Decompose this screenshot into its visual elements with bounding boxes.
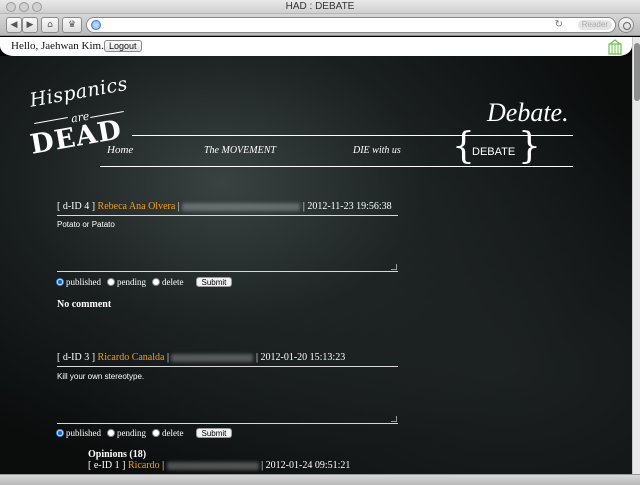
forward-button[interactable]: ▶ xyxy=(22,17,38,33)
top-sites-button[interactable]: ♛ xyxy=(62,17,82,33)
post-separator: | xyxy=(166,352,169,363)
post-body: Kill your own stereotype. xyxy=(57,372,145,381)
blurred-email xyxy=(182,202,301,211)
option-label: delete xyxy=(162,428,184,438)
post-header: [ d-ID 3 ] Ricardo Canalda | | 2012-01-2… xyxy=(57,352,345,363)
post-rule xyxy=(57,215,398,216)
logout-button[interactable]: Logout xyxy=(104,40,142,52)
address-bar[interactable]: ↻ Reader xyxy=(86,17,616,33)
option-label: published xyxy=(66,277,101,287)
option-label: pending xyxy=(117,277,146,287)
nav-home-link[interactable]: Home xyxy=(107,144,133,156)
back-arrow-icon: ◀ xyxy=(10,20,18,30)
home-button[interactable]: ⌂ xyxy=(41,17,59,33)
nav-die-link[interactable]: DIE with us xyxy=(353,145,401,156)
submit-button[interactable]: Submit xyxy=(195,428,233,438)
admin-bar: Hello, Jaehwan Kim. | Logout xyxy=(0,37,632,56)
radio-delete[interactable] xyxy=(152,429,160,437)
logo-line-1: Hispanics xyxy=(28,72,130,112)
status-options: published pending delete Submit xyxy=(56,428,233,438)
window-title: HAD : DEBATE xyxy=(285,1,355,12)
option-label: pending xyxy=(117,428,146,438)
nav-movement-link[interactable]: The MOVEMENT xyxy=(204,145,276,156)
no-comment-label: No comment xyxy=(57,299,112,310)
vertical-scrollbar[interactable] xyxy=(632,37,640,474)
home-icon: ⌂ xyxy=(47,20,53,30)
post-separator: | xyxy=(177,201,180,212)
opinion-id: [ e-ID 1 ] xyxy=(88,460,126,471)
page-title: Debate. xyxy=(487,98,569,127)
post-header: [ d-ID 4 ] Rebeca Ana Olvera | | 2012-11… xyxy=(57,201,392,212)
option-label: delete xyxy=(162,277,184,287)
comment-textarea[interactable] xyxy=(57,400,398,424)
crown-icon: ♛ xyxy=(67,20,77,30)
post-id: [ d-ID 4 ] xyxy=(57,201,96,212)
nav-debate-link[interactable]: DEBATE xyxy=(472,146,515,158)
comment-textarea[interactable] xyxy=(57,248,398,272)
radio-published[interactable] xyxy=(56,278,64,286)
scrollbar-thumb[interactable] xyxy=(634,43,640,101)
post-author[interactable]: Ricardo Canalda xyxy=(98,352,165,363)
post-author[interactable]: Rebeca Ana Olvera xyxy=(98,201,176,212)
reload-icon[interactable]: ↻ xyxy=(555,19,563,30)
page-content: Hispanics are DEAD Debate. Home The MOVE… xyxy=(0,56,632,474)
opinion-header: [ e-ID 1 ] Ricardo | | 2012-01-24 09:51:… xyxy=(88,460,350,471)
opinions-count: Opinions (18) xyxy=(88,449,147,460)
reader-button[interactable]: Reader xyxy=(577,20,612,30)
post-id: [ d-ID 3 ] xyxy=(57,352,96,363)
submit-button[interactable]: Submit xyxy=(195,277,233,287)
building-icon[interactable] xyxy=(608,39,622,55)
logo-divider xyxy=(34,117,68,124)
opinion-author[interactable]: Ricardo xyxy=(128,460,160,471)
post-rule xyxy=(57,366,398,367)
right-brace-icon: } xyxy=(518,126,541,167)
post-timestamp: | 2012-01-20 15:13:23 xyxy=(255,352,346,363)
downloads-button[interactable] xyxy=(618,17,634,33)
nav-bottom-rule xyxy=(100,166,573,167)
back-button[interactable]: ◀ xyxy=(6,17,22,33)
window-titlebar: HAD : DEBATE xyxy=(0,0,640,14)
radio-published[interactable] xyxy=(56,429,64,437)
opinion-separator: | xyxy=(162,460,165,471)
blurred-email xyxy=(171,353,254,362)
blurred-email xyxy=(166,461,259,470)
globe-icon xyxy=(91,20,101,30)
browser-toolbar: ◀ ▶ ⌂ ♛ ↻ Reader xyxy=(0,14,640,36)
post-body: Potato or Patato xyxy=(57,220,115,229)
post-timestamp: | 2012-11-23 19:56:38 xyxy=(302,201,392,212)
status-bar xyxy=(0,474,640,485)
forward-arrow-icon: ▶ xyxy=(26,20,34,30)
nav-top-rule xyxy=(132,135,573,136)
option-label: published xyxy=(66,428,101,438)
status-options: published pending delete Submit xyxy=(56,277,233,287)
radio-pending[interactable] xyxy=(107,429,115,437)
radio-pending[interactable] xyxy=(107,278,115,286)
greeting-text: Hello, Jaehwan Kim. | xyxy=(11,40,109,52)
radio-delete[interactable] xyxy=(152,278,160,286)
opinion-timestamp: | 2012-01-24 09:51:21 xyxy=(261,460,351,471)
